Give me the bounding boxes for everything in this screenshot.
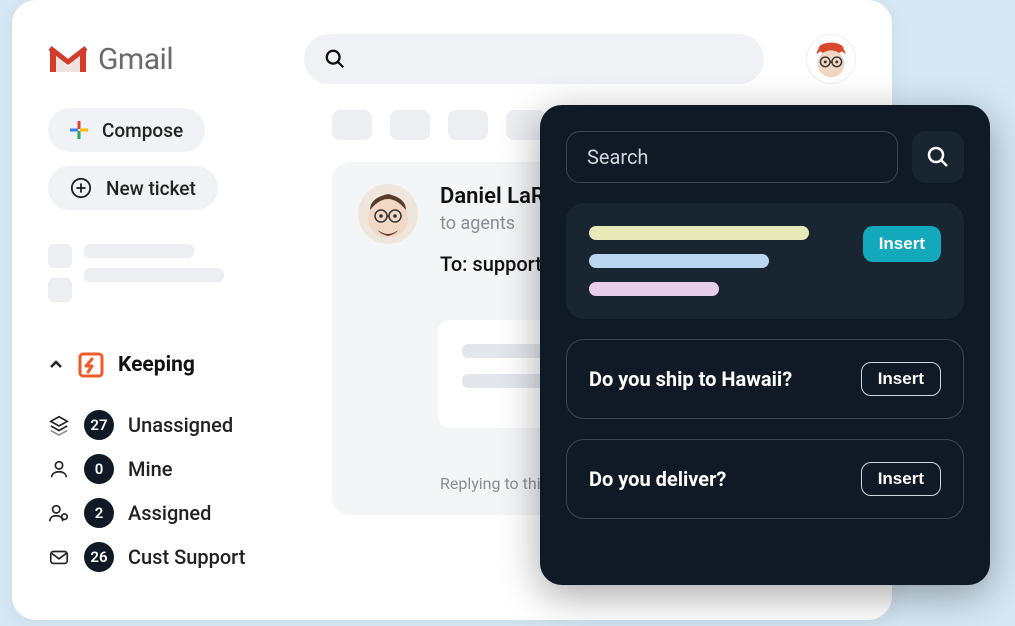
mail-icon: [48, 546, 70, 568]
response-card[interactable]: Do you deliver? Insert: [566, 439, 964, 519]
circle-plus-icon: [70, 177, 92, 199]
response-card-highlighted[interactable]: Insert: [566, 203, 964, 319]
keeping-title: Keeping: [118, 353, 195, 377]
insert-button[interactable]: Insert: [863, 226, 941, 262]
new-ticket-label: New ticket: [106, 177, 196, 200]
new-ticket-button[interactable]: New ticket: [48, 166, 218, 210]
search-icon: [926, 145, 950, 169]
keeping-section-header[interactable]: Keeping: [48, 352, 298, 378]
count-badge: 0: [84, 454, 114, 484]
response-title: Do you ship to Hawaii?: [589, 367, 845, 391]
search-icon: [324, 48, 346, 70]
saved-responses-panel: Search Insert Do you ship to Hawaii? Ins…: [540, 105, 990, 585]
person-icon: [48, 458, 70, 480]
count-badge: 2: [84, 498, 114, 528]
response-preview: [589, 226, 847, 296]
stack-icon: [48, 414, 70, 436]
count-badge: 26: [84, 542, 114, 572]
nav-label: Mine: [128, 457, 172, 481]
gmail-logo: Gmail: [48, 42, 173, 77]
app-name: Gmail: [98, 42, 173, 77]
top-bar: Gmail: [48, 34, 856, 84]
nav-label: Assigned: [128, 501, 211, 525]
nav-label: Cust Support: [128, 545, 245, 569]
plus-multicolor-icon: [70, 121, 88, 139]
search-bar[interactable]: [304, 34, 764, 84]
gmail-icon: [48, 44, 88, 74]
response-title: Do you deliver?: [589, 467, 845, 491]
nav-label: Unassigned: [128, 413, 233, 437]
insert-button[interactable]: Insert: [861, 462, 941, 496]
sender-avatar: [358, 184, 418, 244]
nav-item-unassigned[interactable]: 27 Unassigned: [48, 410, 298, 440]
persons-icon: [48, 502, 70, 524]
user-avatar[interactable]: [806, 34, 856, 84]
avatar-icon: [358, 184, 418, 244]
panel-search-placeholder: Search: [587, 145, 648, 169]
count-badge: 27: [84, 410, 114, 440]
keeping-icon: [78, 352, 104, 378]
compose-label: Compose: [102, 119, 183, 142]
avatar-icon: [807, 34, 855, 84]
compose-button[interactable]: Compose: [48, 108, 205, 152]
insert-button[interactable]: Insert: [861, 362, 941, 396]
keeping-nav-list: 27 Unassigned 0 Mine 2 Assigned: [48, 410, 298, 572]
response-card[interactable]: Do you ship to Hawaii? Insert: [566, 339, 964, 419]
sidebar-placeholder: [48, 244, 298, 302]
nav-item-mine[interactable]: 0 Mine: [48, 454, 298, 484]
panel-search-button[interactable]: [912, 131, 964, 183]
chevron-up-icon: [48, 357, 64, 373]
nav-item-cust-support[interactable]: 26 Cust Support: [48, 542, 298, 572]
panel-search-input[interactable]: Search: [566, 131, 898, 183]
nav-item-assigned[interactable]: 2 Assigned: [48, 498, 298, 528]
sidebar: Compose New ticket Keeping: [48, 108, 298, 572]
